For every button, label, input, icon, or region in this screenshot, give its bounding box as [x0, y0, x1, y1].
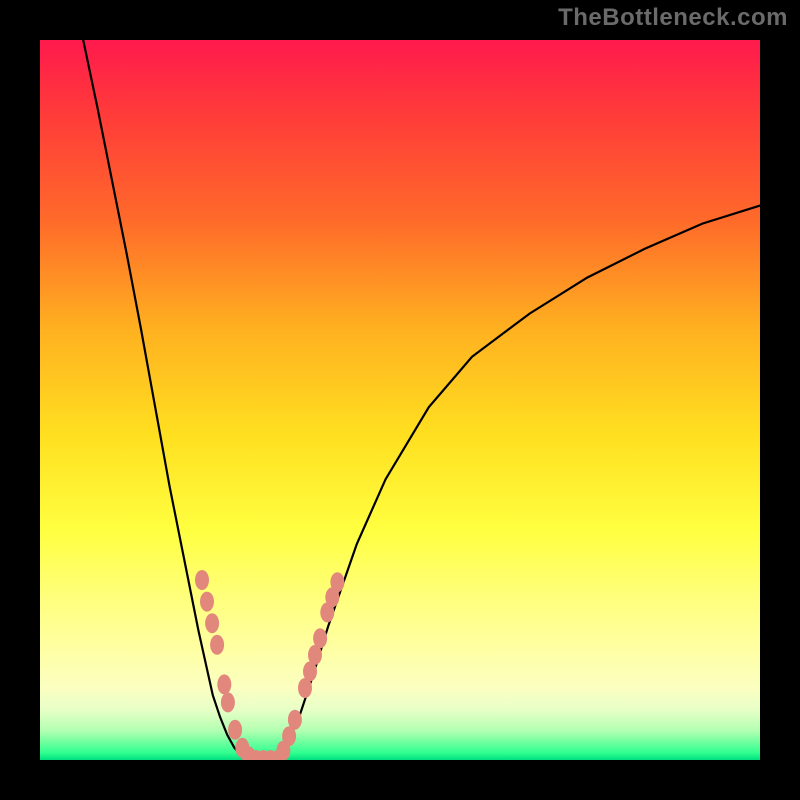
watermark-text: TheBottleneck.com [558, 4, 788, 32]
bead-marker [288, 710, 302, 730]
bead-marker [221, 692, 235, 712]
left-curve [83, 40, 249, 760]
chart-frame: TheBottleneck.com [0, 0, 800, 800]
right-curve [278, 206, 760, 760]
bead-marker [313, 628, 327, 648]
bead-marker [228, 720, 242, 740]
curves-svg [40, 40, 760, 760]
bead-marker [217, 674, 231, 694]
bead-marker [210, 635, 224, 655]
bead-marker [330, 572, 344, 592]
bead-marker [195, 570, 209, 590]
marker-beads [195, 570, 344, 760]
plot-area [40, 40, 760, 760]
bead-marker [200, 592, 214, 612]
bead-marker [205, 613, 219, 633]
